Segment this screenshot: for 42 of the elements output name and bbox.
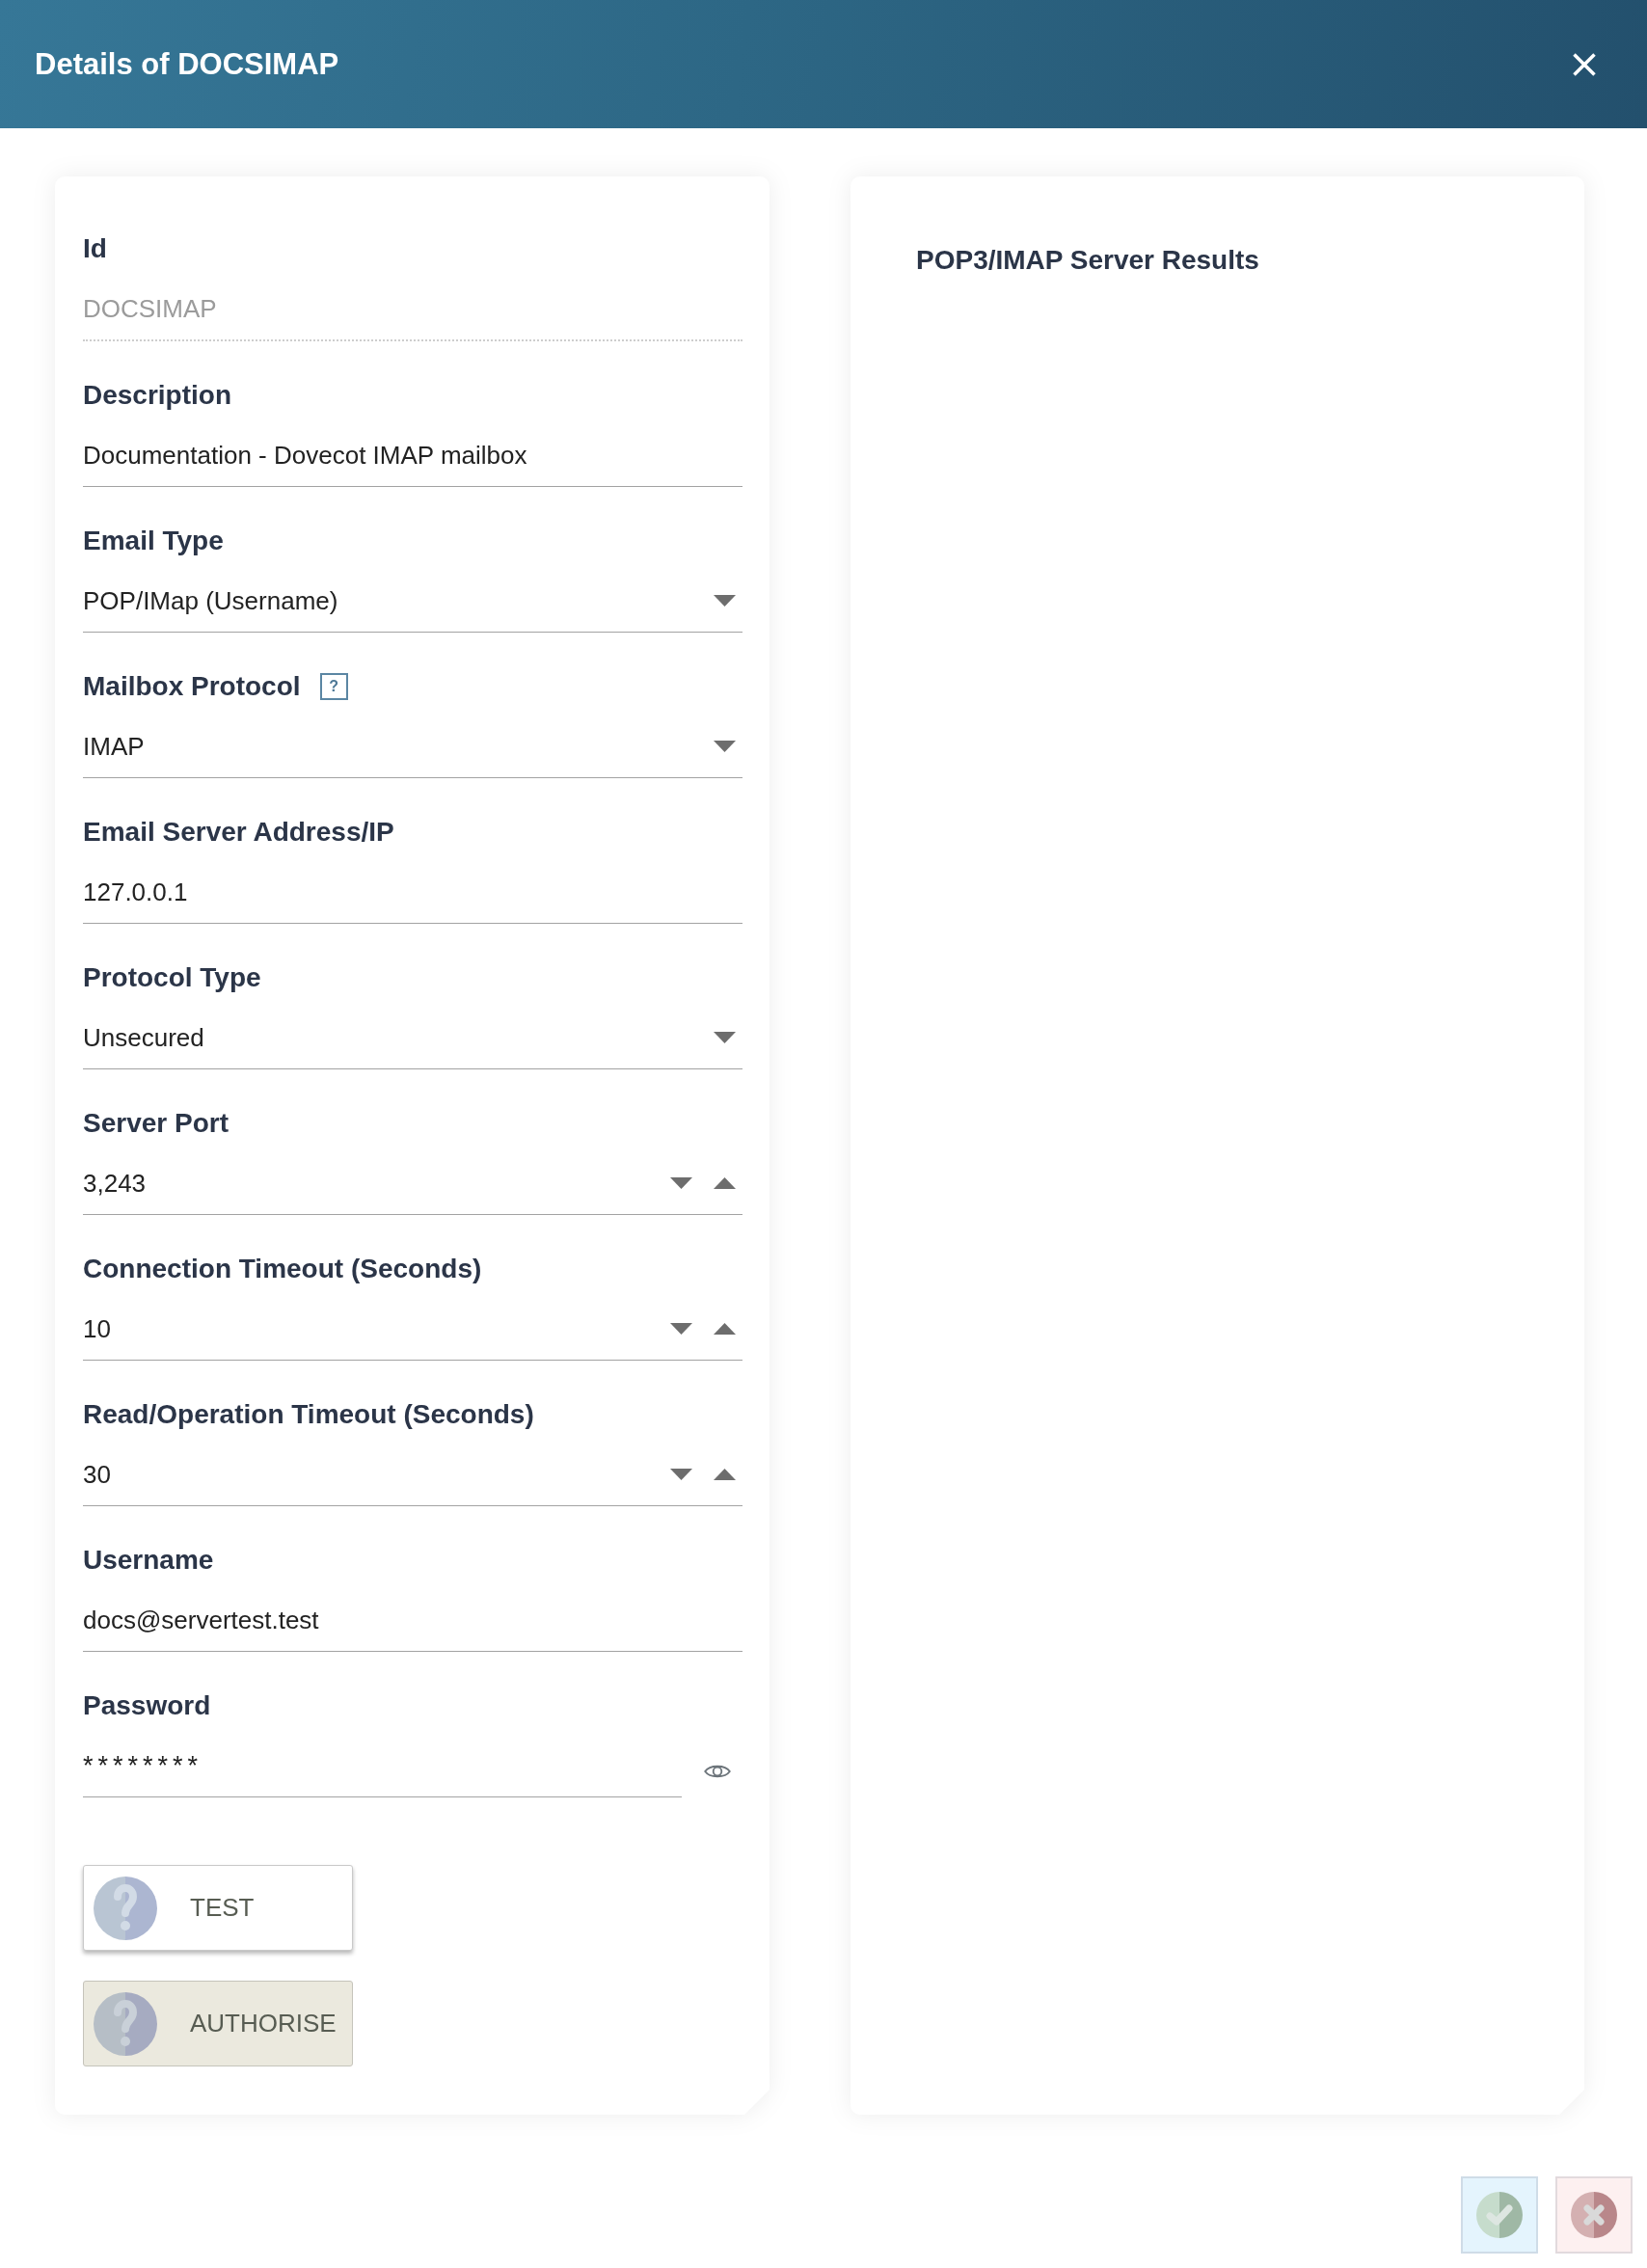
panel-title: POP3/IMAP Server Results xyxy=(916,244,1260,277)
action-button[interactable]: TEST xyxy=(83,1865,353,1951)
text-field[interactable]: 127.0.0.1 xyxy=(83,871,742,924)
caret-down-icon xyxy=(714,1032,736,1043)
caret-down-icon xyxy=(714,595,736,607)
text-field[interactable]: docs@servertest.test xyxy=(83,1599,742,1652)
dropdown-field[interactable]: POP/IMap (Username) xyxy=(83,580,742,633)
number-field[interactable]: 3,243 xyxy=(83,1162,742,1215)
question-icon xyxy=(94,1991,157,2056)
field-label: Server Port xyxy=(83,1108,229,1139)
field-label: Password xyxy=(83,1690,211,1721)
caret-up-icon[interactable] xyxy=(714,1177,736,1189)
cross-icon xyxy=(1571,2192,1617,2238)
field-label: Mailbox Protocol xyxy=(83,671,301,702)
number-field[interactable]: 10 xyxy=(83,1308,742,1361)
field-label: Email Type xyxy=(83,526,224,556)
dropdown-field[interactable]: IMAP xyxy=(83,725,742,778)
field-label: Connection Timeout (Seconds) xyxy=(83,1254,482,1284)
field-label: Read/Operation Timeout (Seconds) xyxy=(83,1399,534,1430)
dropdown-field[interactable]: Unsecured xyxy=(83,1016,742,1069)
password-field[interactable]: ******** xyxy=(83,1744,682,1797)
caret-down-icon[interactable] xyxy=(670,1469,692,1480)
cancel-button[interactable] xyxy=(1555,2176,1633,2254)
dialog-title: Details of DOCSIMAP xyxy=(35,46,339,82)
close-button[interactable] xyxy=(1572,51,1597,77)
number-field[interactable]: 30 xyxy=(83,1453,742,1506)
field-label: Email Server Address/IP xyxy=(83,817,394,848)
text-field[interactable]: Documentation - Dovecot IMAP mailbox xyxy=(83,434,742,487)
caret-down-icon[interactable] xyxy=(670,1323,692,1335)
field-label: Id xyxy=(83,233,107,264)
check-icon xyxy=(1476,2192,1523,2238)
caret-up-icon[interactable] xyxy=(714,1323,736,1335)
question-icon xyxy=(94,1876,157,1940)
text-field: DOCSIMAP xyxy=(83,287,742,341)
caret-up-icon[interactable] xyxy=(714,1469,736,1480)
help-button[interactable]: ? xyxy=(319,673,348,700)
field-label: Protocol Type xyxy=(83,962,261,993)
field-label: Username xyxy=(83,1545,214,1576)
caret-down-icon[interactable] xyxy=(670,1177,692,1189)
close-icon xyxy=(1572,51,1597,77)
caret-down-icon xyxy=(714,741,736,752)
field-label: Description xyxy=(83,380,232,411)
